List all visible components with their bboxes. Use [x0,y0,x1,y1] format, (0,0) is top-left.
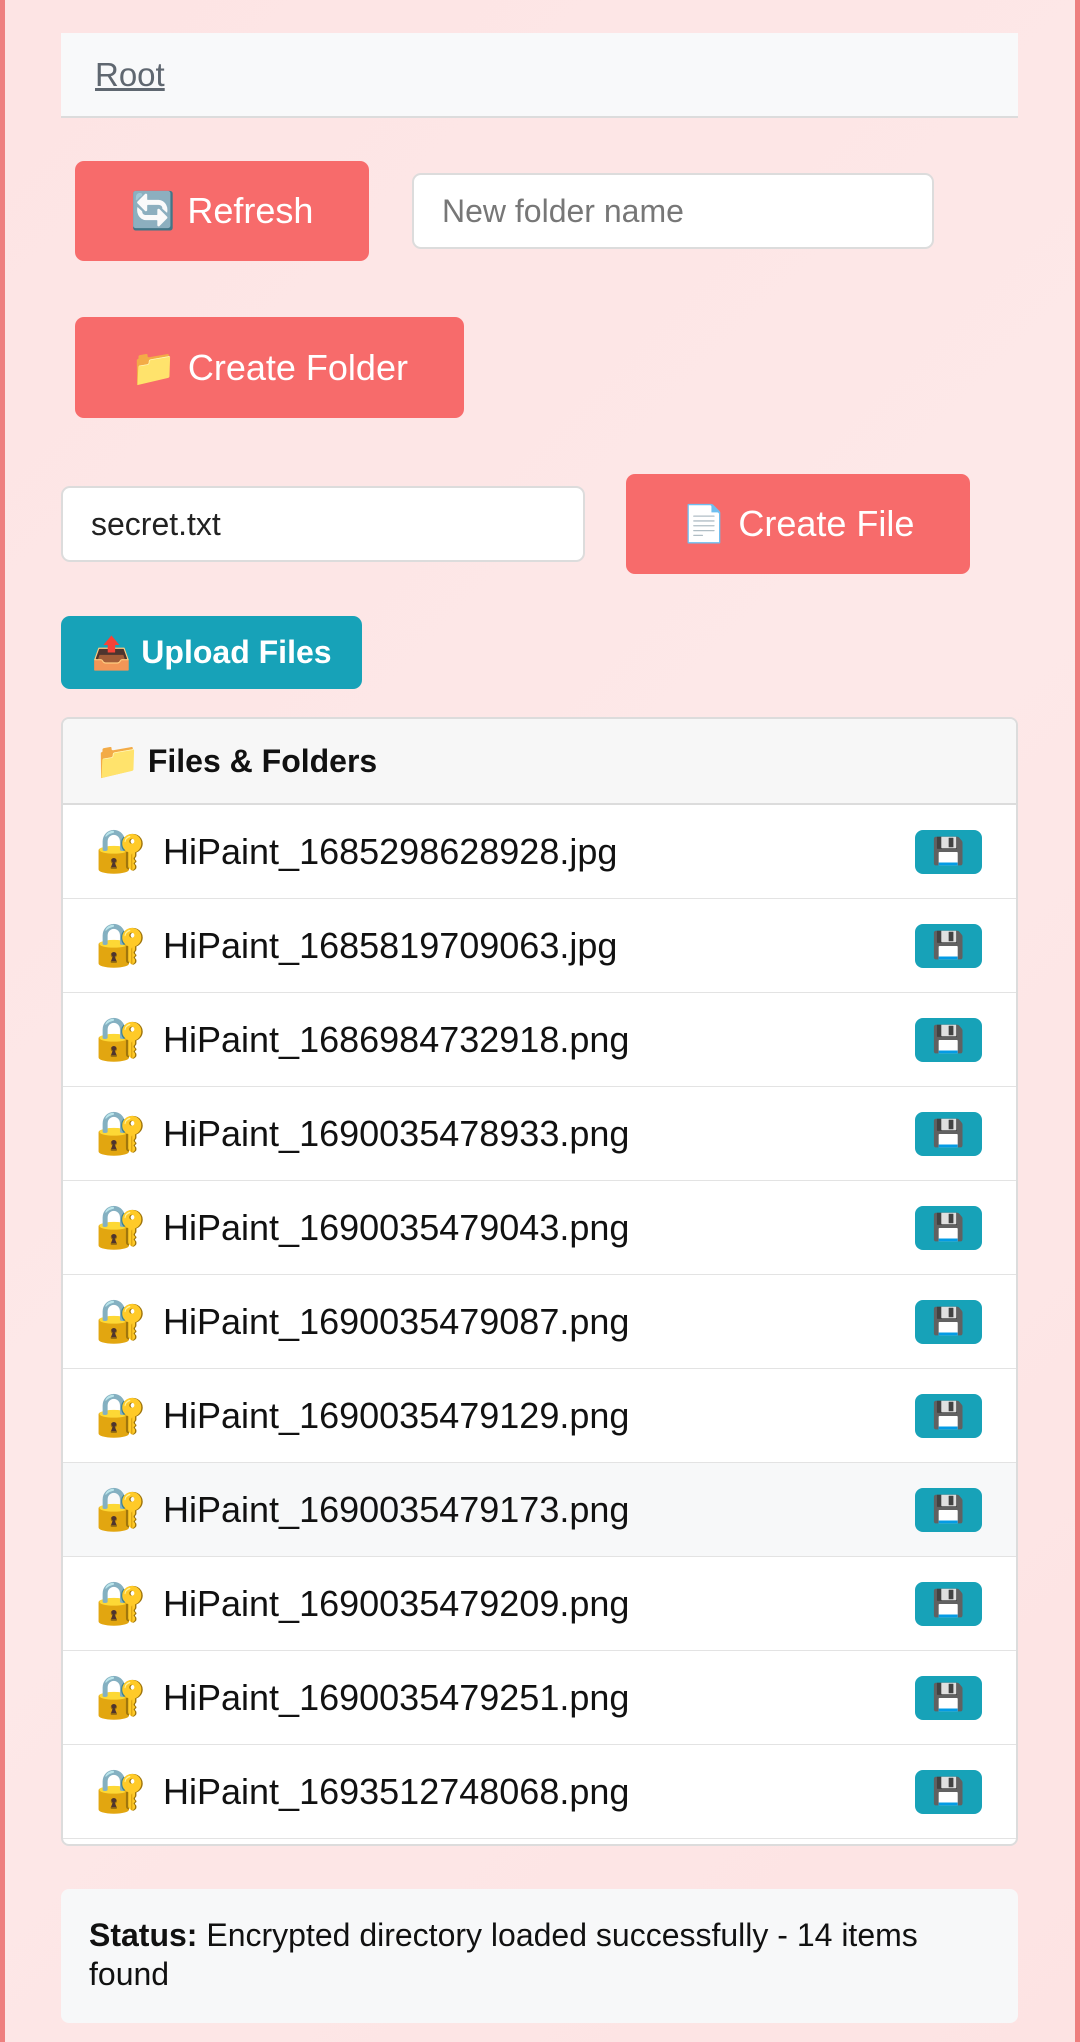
file-name: HiPaint_1690035478933.png [163,1112,630,1154]
create-file-label: Create File [738,503,915,544]
status-label: Status: [89,1917,198,1953]
refresh-button[interactable]: 🔄 Refresh [75,161,369,261]
file-row[interactable]: 🔐 HiPaint_1690035479129.png 💾 [63,1369,1016,1463]
refresh-label: Refresh [187,190,314,231]
file-row[interactable]: 🔐 HiPaint_1685298628928.jpg 💾 [63,805,1016,899]
lock-icon: 🔐 [94,827,148,874]
lock-icon: 🔐 [94,1767,148,1814]
create-folder-button[interactable]: 📁 Create Folder [75,317,464,418]
folder-icon: 📁 [131,346,176,388]
lock-icon: 🔐 [94,1015,148,1062]
status-bar: Status: Encrypted directory loaded succe… [61,1889,1018,2023]
file-name: HiPaint_1690035479209.png [163,1582,630,1624]
lock-icon: 🔐 [94,1673,148,1720]
breadcrumb-root-link[interactable]: Root [95,56,165,94]
save-button[interactable]: 💾 [915,1769,982,1814]
file-name: HiPaint_1690035479043.png [163,1206,630,1248]
file-row[interactable]: 🔐 HiPaint_1686984732918.png 💾 [63,993,1016,1087]
upload-files-button[interactable]: 📤 Upload Files [61,616,362,689]
save-button[interactable]: 💾 [915,923,982,968]
files-panel-header: 📁 Files & Folders [63,719,1016,805]
new-folder-input[interactable] [412,173,934,249]
save-button[interactable]: 💾 [915,1581,982,1626]
floppy-disk-icon: 💾 [932,1682,965,1712]
save-button[interactable]: 💾 [915,1675,982,1720]
lock-icon: 🔐 [94,1109,148,1156]
upload-icon: 📤 [91,634,132,671]
file-row[interactable]: 🔐 HiPaint_1690035479173.png 💾 [63,1463,1016,1557]
save-button[interactable]: 💾 [915,1205,982,1250]
file-row[interactable]: 🔐 HiPaint_1690035478933.png 💾 [63,1087,1016,1181]
files-panel: 📁 Files & Folders 🔐 HiPaint_168529862892… [61,717,1018,1846]
lock-icon: 🔐 [94,921,148,968]
file-name: HiPaint_1690035479087.png [163,1300,630,1342]
floppy-disk-icon: 💾 [932,1306,965,1336]
file-name: HiPaint_1685298628928.jpg [163,830,618,872]
floppy-disk-icon: 💾 [932,1118,965,1148]
file-name: HiPaint_1690035479129.png [163,1394,630,1436]
file-name: HiPaint_1686984732918.png [163,1018,630,1060]
create-folder-label: Create Folder [187,346,408,388]
files-panel-title: Files & Folders [147,742,378,779]
save-button[interactable]: 💾 [915,1487,982,1532]
lock-icon: 🔐 [94,1297,148,1344]
lock-icon: 🔐 [94,1203,148,1250]
file-name: HiPaint_1685819709063.jpg [163,924,618,966]
file-row[interactable]: 🔐 HiPaint_1690035479251.png 💾 [63,1651,1016,1745]
file-row[interactable]: 🔐 HiPaint_1693512748068.png 💾 [63,1745,1016,1839]
save-button[interactable]: 💾 [915,1299,982,1344]
file-row[interactable]: 🔐 HiPaint_1690035479209.png 💾 [63,1557,1016,1651]
save-button[interactable]: 💾 [915,1393,982,1438]
floppy-disk-icon: 💾 [932,1588,965,1618]
file-name: HiPaint_1690035479251.png [163,1676,630,1718]
file-row[interactable]: 🔐 HiPaint_1690035479087.png 💾 [63,1275,1016,1369]
status-message: Encrypted directory loaded successfully … [89,1917,918,1992]
floppy-disk-icon: 💾 [932,1400,965,1430]
floppy-disk-icon: 💾 [932,1024,965,1054]
floppy-disk-icon: 💾 [932,1776,965,1806]
save-button[interactable]: 💾 [915,1111,982,1156]
floppy-disk-icon: 💾 [932,836,965,866]
floppy-disk-icon: 💾 [932,930,965,960]
lock-icon: 🔐 [94,1391,148,1438]
file-name: HiPaint_1693512748068.png [163,1770,630,1812]
upload-files-label: Upload Files [141,634,332,670]
floppy-disk-icon: 💾 [932,1212,965,1242]
new-file-input[interactable] [61,486,585,562]
lock-icon: 🔐 [94,1579,148,1626]
file-row[interactable]: 🔐 HiPaint_1685819709063.jpg 💾 [63,899,1016,993]
save-button[interactable]: 💾 [915,829,982,874]
file-name: HiPaint_1690035479173.png [163,1488,630,1530]
save-button[interactable]: 💾 [915,1017,982,1062]
lock-icon: 🔐 [94,1485,148,1532]
create-file-button[interactable]: 📄 Create File [626,474,970,574]
refresh-icon: 🔄 [130,190,176,231]
file-icon: 📄 [681,503,727,544]
file-row[interactable]: 🔐 HiPaint_1690035479043.png 💾 [63,1181,1016,1275]
breadcrumb: Root [61,33,1018,118]
folder-icon: 📁 [95,740,140,781]
floppy-disk-icon: 💾 [932,1494,965,1524]
